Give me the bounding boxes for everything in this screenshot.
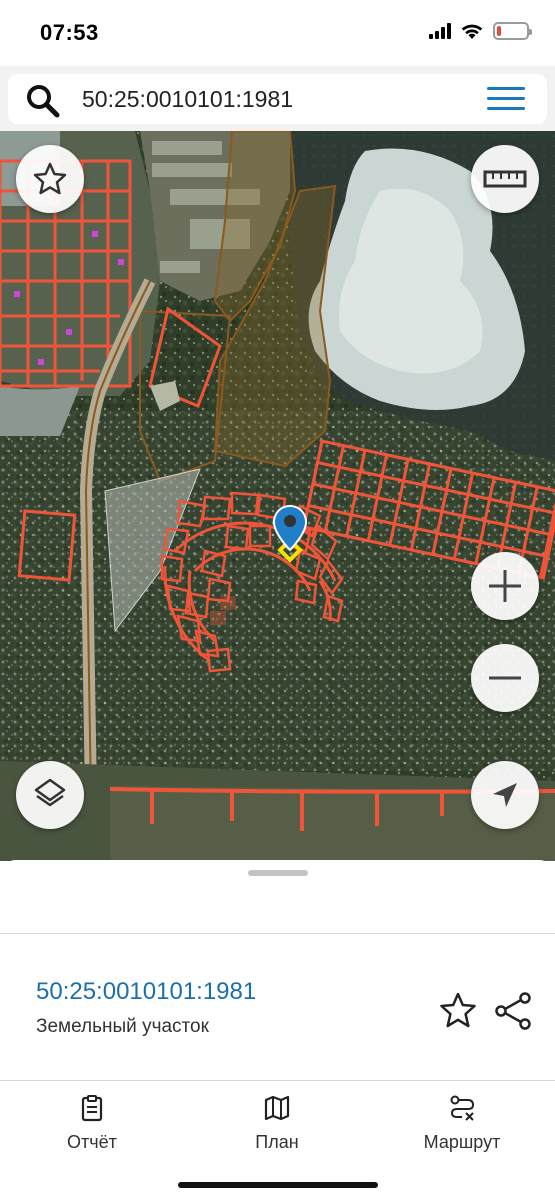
search-icon[interactable]	[26, 84, 60, 118]
favorite-icon	[33, 162, 67, 195]
tab-route-label: Маршрут	[423, 1132, 501, 1152]
my-location-button[interactable]	[471, 761, 539, 829]
location-pin-icon[interactable]	[272, 504, 308, 552]
satellite-map[interactable]	[0, 131, 555, 861]
divider	[0, 1080, 555, 1081]
search-area	[0, 66, 555, 132]
map-view[interactable]	[0, 131, 555, 861]
report-icon	[81, 1095, 103, 1122]
battery-icon	[493, 22, 532, 40]
ruler-button[interactable]	[471, 145, 539, 213]
home-indicator	[178, 1182, 378, 1188]
parcel-info[interactable]: 50:25:0010101:1981 Земельный участок	[0, 934, 555, 1080]
zoom-in-icon	[489, 570, 521, 602]
route-icon	[450, 1095, 475, 1121]
status-time: 07:53	[40, 20, 99, 45]
search-input[interactable]	[82, 82, 462, 116]
parcel-type: Земельный участок	[36, 1016, 209, 1037]
map-plan-icon	[264, 1095, 290, 1121]
tab-plan[interactable]: План	[202, 1094, 352, 1153]
wifi-icon	[461, 24, 483, 39]
layers-button[interactable]	[16, 761, 84, 829]
sheet-drag-handle[interactable]	[248, 870, 308, 876]
signal-icon	[429, 23, 451, 39]
favorite-icon[interactable]	[437, 990, 479, 1032]
tab-route[interactable]: Маршрут	[387, 1094, 537, 1153]
favorite-map-button[interactable]	[16, 145, 84, 213]
tab-report[interactable]: Отчёт	[17, 1094, 167, 1153]
parcel-cadastral-number[interactable]: 50:25:0010101:1981	[36, 978, 256, 1006]
share-icon[interactable]	[492, 990, 534, 1032]
status-icons	[429, 22, 532, 40]
tab-report-label: Отчёт	[67, 1132, 117, 1152]
status-bar: 07:53	[0, 0, 555, 66]
zoom-out-icon	[489, 676, 521, 680]
zoom-out-button[interactable]	[471, 644, 539, 712]
layers-icon	[34, 778, 66, 807]
bottom-sheet[interactable]: 50:25:0010101:1981 Земельный участок Отч…	[0, 860, 555, 1200]
ruler-icon	[483, 170, 527, 188]
menu-icon[interactable]	[487, 87, 527, 111]
search-bar[interactable]	[8, 74, 547, 124]
tab-plan-label: План	[255, 1132, 299, 1152]
zoom-in-button[interactable]	[471, 552, 539, 620]
battery-level	[497, 26, 501, 36]
location-arrow-icon	[493, 783, 517, 807]
